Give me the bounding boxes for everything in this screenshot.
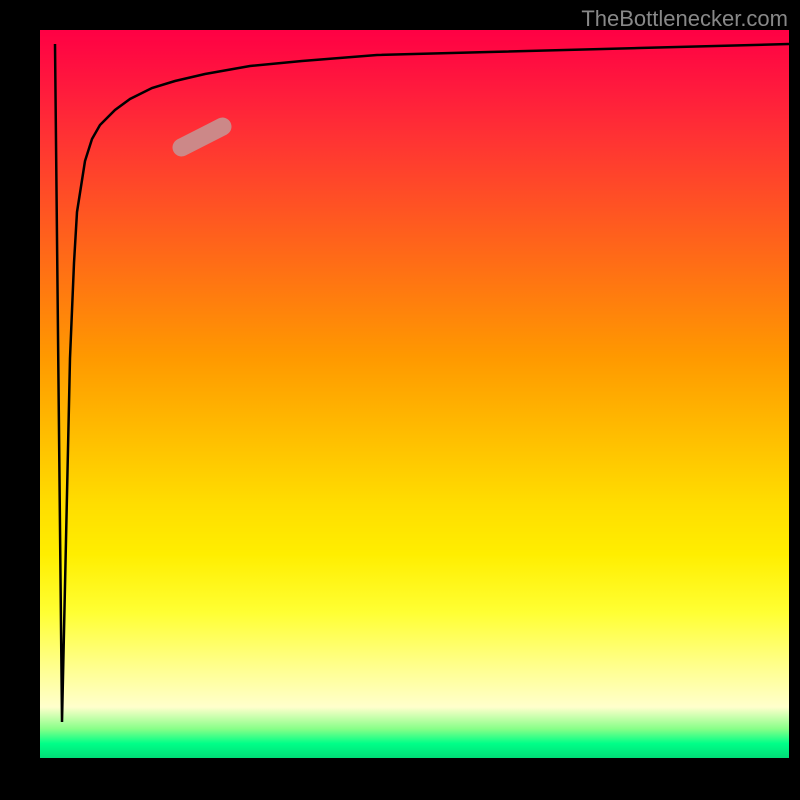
right-border — [789, 0, 800, 800]
plot-area — [40, 30, 789, 758]
bottom-border — [0, 758, 800, 800]
left-border — [0, 30, 40, 758]
watermark-text: TheBottlenecker.com — [581, 6, 788, 32]
bottleneck-curve-line — [55, 44, 789, 722]
curve-svg — [40, 30, 789, 758]
